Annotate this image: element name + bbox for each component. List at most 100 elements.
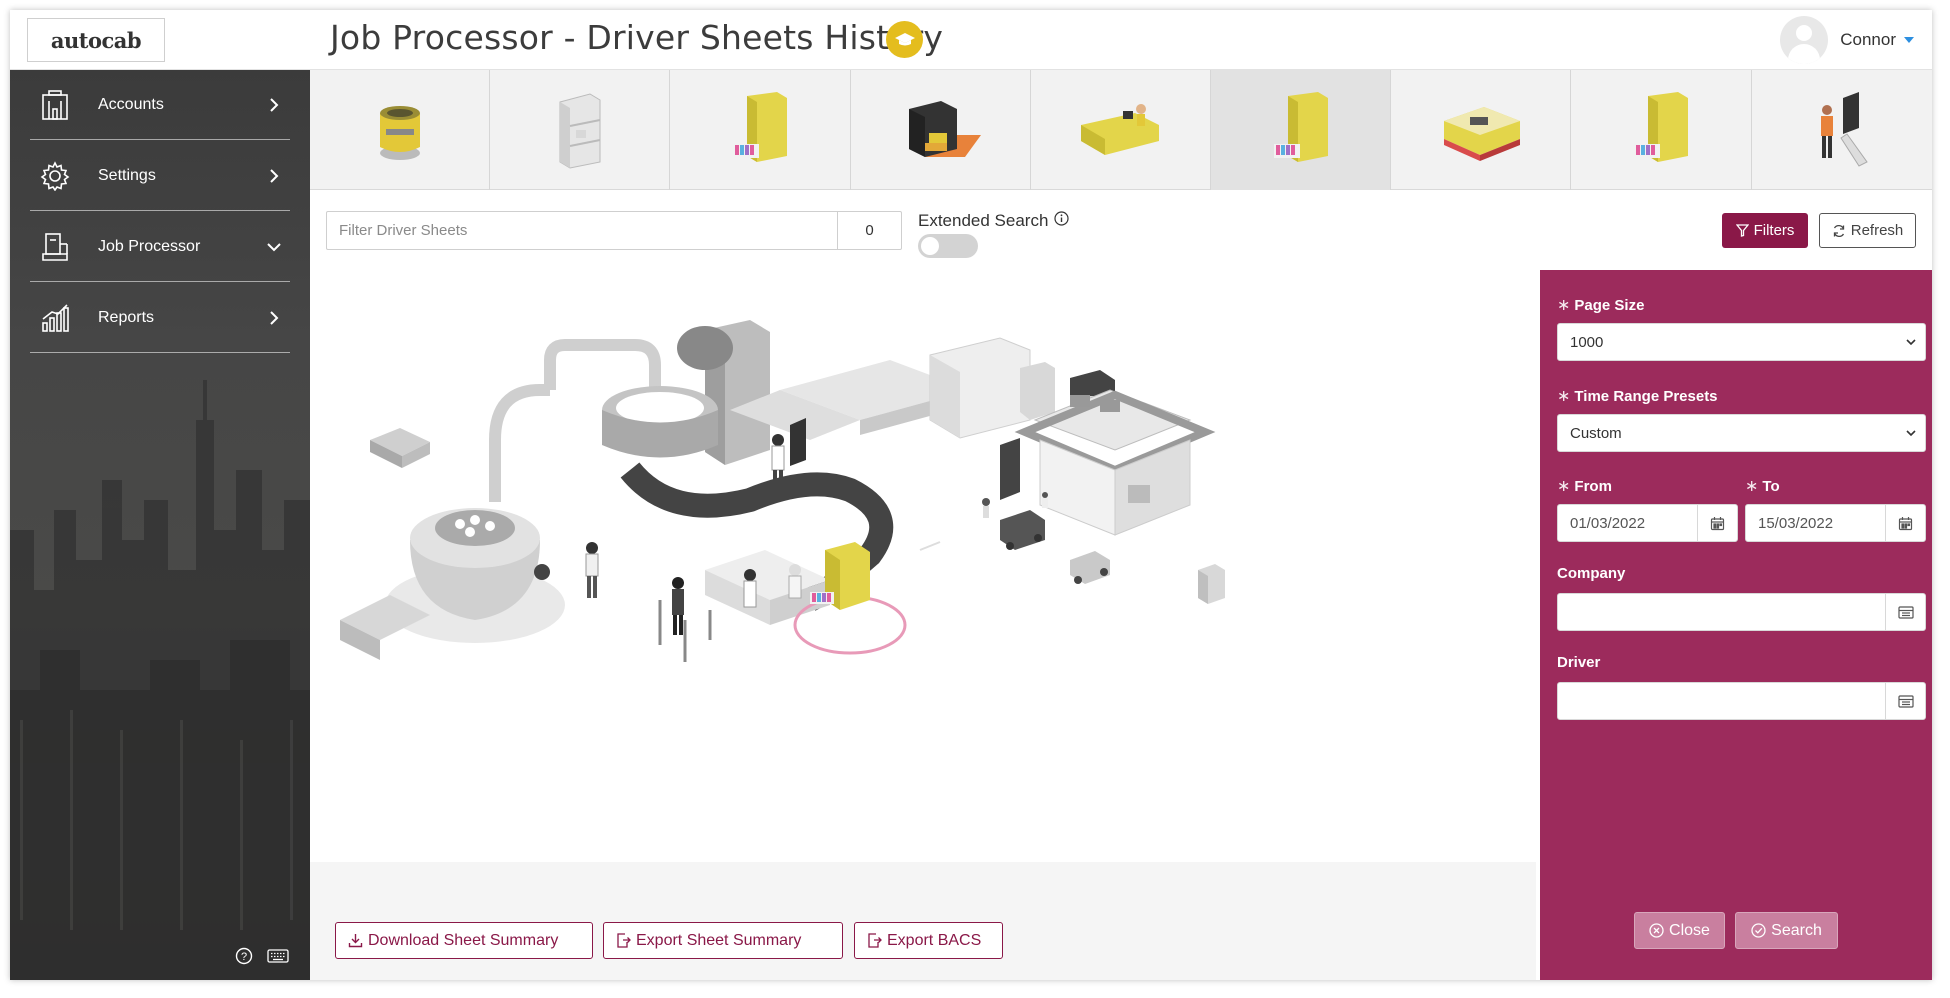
page-size-select[interactable]: 1000 — [1557, 323, 1926, 361]
refresh-button[interactable]: Refresh — [1819, 213, 1916, 248]
to-label-text: To — [1762, 477, 1780, 495]
small-cabinet — [1198, 564, 1225, 604]
to-date-field[interactable]: 15/03/2022 — [1745, 504, 1926, 542]
tile-kiosk[interactable] — [1752, 70, 1932, 190]
from-date-field[interactable]: 01/03/2022 — [1557, 504, 1738, 542]
tile-safe[interactable] — [851, 70, 1031, 190]
from-label-text: From — [1574, 477, 1612, 495]
close-circle-icon — [1649, 923, 1664, 938]
company-label: Company — [1557, 565, 1625, 582]
required-asterisk-icon: ∗ — [1557, 388, 1571, 405]
sidebar-item-reports[interactable]: Reports — [30, 283, 290, 353]
keyboard-icon[interactable] — [267, 949, 289, 968]
highlighted-cabinet — [793, 542, 907, 655]
filters-button[interactable]: Filters — [1722, 213, 1808, 248]
required-asterisk-icon: ∗ — [1557, 297, 1571, 314]
sidebar-item-label: Accounts — [98, 95, 164, 113]
tile-pot[interactable] — [310, 70, 491, 190]
tile-cabinet-active[interactable] — [1210, 70, 1392, 190]
boiler-machine — [340, 384, 565, 660]
close-label: Close — [1669, 921, 1710, 939]
chevron-right-icon — [262, 93, 286, 117]
required-asterisk-icon: ∗ — [1745, 478, 1759, 495]
filters-label: Filters — [1753, 222, 1795, 239]
funnel-icon — [1735, 224, 1749, 237]
download-sheet-summary-button[interactable]: Download Sheet Summary — [335, 922, 593, 959]
graduation-cap-icon[interactable] — [886, 21, 923, 58]
check-circle-icon — [1751, 923, 1766, 938]
factory-illustration — [340, 320, 1225, 662]
sidebar-item-label: Job Processor — [98, 237, 201, 255]
calendar-icon[interactable] — [1697, 505, 1737, 541]
top-header: autocab Job Processor - Driver Sheets Hi… — [10, 10, 1932, 70]
yellow-pot-icon — [379, 106, 420, 160]
tile-cabinet-1[interactable] — [670, 70, 851, 190]
sidebar-item-accounts[interactable]: Accounts — [30, 70, 290, 140]
refresh-label: Refresh — [1850, 222, 1904, 239]
chevron-right-icon — [262, 306, 286, 330]
processor-icon — [38, 230, 72, 264]
caret-down-icon — [1904, 37, 1914, 43]
help-icon[interactable]: ? — [235, 947, 253, 970]
export-sheet-summary-button[interactable]: Export Sheet Summary — [603, 922, 843, 959]
filing-cabinet-icon — [1633, 92, 1688, 162]
export-sheet-summary-label: Export Sheet Summary — [636, 931, 802, 949]
download-icon — [348, 934, 363, 948]
page-size-label: ∗ Page Size — [1557, 295, 1644, 315]
chevron-down-icon — [262, 235, 286, 259]
sidebar-footer: ? — [235, 947, 289, 970]
footer-bar — [310, 862, 1536, 980]
svg-text:?: ? — [241, 951, 247, 963]
from-label: ∗ From — [1557, 476, 1612, 496]
required-asterisk-icon: ∗ — [1557, 478, 1571, 495]
search-label: Search — [1771, 921, 1822, 939]
sidebar-item-job-processor[interactable]: Job Processor — [30, 212, 290, 282]
city-skyline-background — [10, 380, 310, 980]
chart-icon — [38, 301, 72, 335]
office-building-icon — [1443, 107, 1520, 161]
export-bacs-button[interactable]: Export BACS — [854, 922, 1003, 959]
tile-cabinet-2[interactable] — [1571, 70, 1752, 190]
company-label-text: Company — [1557, 565, 1626, 582]
app-window: autocab Job Processor - Driver Sheets Hi… — [10, 10, 1932, 980]
calendar-icon[interactable] — [1885, 505, 1925, 541]
module-tile-strip — [310, 70, 1932, 190]
tile-shelf[interactable] — [490, 70, 671, 190]
driver-label: Driver — [1557, 654, 1600, 671]
time-range-label: ∗ Time Range Presets — [1557, 386, 1718, 406]
filter-input[interactable] — [327, 212, 837, 249]
sidebar-item-settings[interactable]: Settings — [30, 141, 290, 211]
time-range-select[interactable]: Custom — [1557, 414, 1926, 452]
user-name: Connor — [1840, 30, 1896, 49]
extended-search-text: Extended Search — [918, 211, 1049, 230]
chevron-down-icon — [1906, 430, 1916, 437]
export-file-icon — [868, 933, 882, 948]
close-button[interactable]: Close — [1634, 912, 1725, 949]
extended-search-toggle[interactable] — [918, 234, 978, 258]
user-menu[interactable]: Connor — [1780, 16, 1914, 64]
reception-area — [658, 550, 830, 662]
info-icon[interactable] — [1054, 211, 1070, 231]
kiosk-user-icon — [1820, 92, 1868, 167]
chevron-down-icon — [1906, 339, 1916, 346]
tile-reception[interactable] — [1031, 70, 1211, 190]
worker-figure — [585, 542, 599, 598]
company-field[interactable] — [1557, 593, 1926, 631]
building-icon — [38, 88, 72, 122]
time-range-value: Custom — [1570, 424, 1622, 442]
autocab-logo[interactable]: autocab — [27, 18, 165, 62]
search-button[interactable]: Search — [1735, 912, 1838, 949]
filter-driver-sheets-field: 0 — [326, 211, 902, 250]
chevron-right-icon — [262, 164, 286, 188]
page-title: Job Processor - Driver Sheets History — [330, 18, 944, 57]
shelf-icon — [559, 93, 601, 169]
empty-state-illustration — [310, 270, 1536, 862]
safe-icon — [909, 101, 982, 157]
list-picker-icon[interactable] — [1885, 683, 1925, 719]
download-sheet-summary-label: Download Sheet Summary — [368, 931, 559, 949]
list-picker-icon[interactable] — [1885, 594, 1925, 630]
driver-field[interactable] — [1557, 682, 1926, 720]
gear-icon — [38, 159, 72, 193]
tile-office[interactable] — [1391, 70, 1572, 190]
page-size-label-text: Page Size — [1574, 296, 1645, 314]
